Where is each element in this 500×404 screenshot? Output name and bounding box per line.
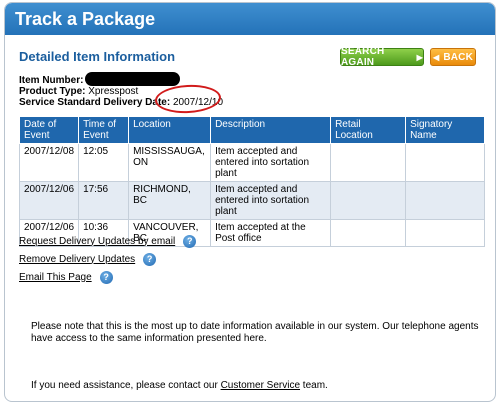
tracking-panel: Track a Package Detailed Item Informatio… bbox=[4, 2, 496, 402]
redacted-item-number bbox=[85, 72, 181, 86]
product-type-value: Xpresspost bbox=[88, 86, 139, 97]
help-icon[interactable]: ? bbox=[143, 252, 157, 266]
assistance-text: If you need assistance, please contact o… bbox=[31, 380, 328, 391]
remove-updates-row: Remove Delivery Updates ? bbox=[19, 252, 196, 266]
cell-location: MISSISSAUGA, ON bbox=[128, 143, 212, 182]
request-delivery-updates-link[interactable]: Request Delivery Updates by email bbox=[19, 236, 175, 247]
title-bar: Track a Package bbox=[5, 3, 495, 35]
assist-suffix: team. bbox=[300, 380, 328, 391]
customer-service-link[interactable]: Customer Service bbox=[221, 380, 300, 391]
product-type-label: Product Type: bbox=[19, 86, 86, 97]
email-this-page-link[interactable]: Email This Page bbox=[19, 272, 92, 283]
header-signatory-name: Signatory Name bbox=[405, 116, 485, 144]
page-title: Track a Package bbox=[15, 8, 156, 29]
play-arrow-icon: ▶ bbox=[416, 52, 423, 62]
cell-signatory bbox=[405, 219, 485, 247]
cell-time: 12:05 bbox=[78, 143, 130, 182]
assist-prefix: If you need assistance, please contact o… bbox=[31, 380, 221, 391]
help-icon[interactable]: ? bbox=[99, 270, 113, 284]
cell-signatory bbox=[405, 181, 485, 220]
header-date: Date of Event bbox=[18, 116, 80, 144]
help-icon[interactable]: ? bbox=[183, 234, 197, 248]
search-again-label: SEARCH AGAIN bbox=[341, 46, 385, 68]
cell-retail-location bbox=[330, 219, 407, 247]
info-note: Please note that this is the most up to … bbox=[31, 321, 479, 344]
cell-description: Item accepted and entered into sortation… bbox=[210, 181, 332, 220]
table-header-row: Date of Event Time of Event Location Des… bbox=[18, 116, 485, 144]
cell-retail-location bbox=[330, 143, 407, 182]
table-row: 2007/12/06 17:56 RICHMOND, BC Item accep… bbox=[18, 181, 485, 220]
remove-delivery-updates-link[interactable]: Remove Delivery Updates bbox=[19, 254, 135, 265]
back-label: BACK bbox=[443, 51, 474, 63]
header-retail-location: Retail Location bbox=[330, 116, 407, 144]
cell-time: 17:56 bbox=[78, 181, 130, 220]
cell-retail-location bbox=[330, 181, 407, 220]
cell-date: 2007/12/06 bbox=[18, 181, 80, 220]
cell-date: 2007/12/08 bbox=[18, 143, 80, 182]
request-updates-row: Request Delivery Updates by email ? bbox=[19, 234, 197, 248]
tracking-table: Date of Event Time of Event Location Des… bbox=[18, 116, 485, 247]
section-title: Detailed Item Information bbox=[19, 49, 176, 64]
item-number-label: Item Number: bbox=[19, 75, 84, 86]
cell-description: Item accepted at the Post office bbox=[210, 219, 332, 247]
cell-location: RICHMOND, BC bbox=[128, 181, 212, 220]
back-button[interactable]: ◀ BACK bbox=[430, 48, 476, 66]
header-time: Time of Event bbox=[78, 116, 130, 144]
email-page-row: Email This Page ? bbox=[19, 270, 196, 284]
cell-signatory bbox=[405, 143, 485, 182]
header-description: Description bbox=[210, 116, 332, 144]
header-location: Location bbox=[128, 116, 212, 144]
table-row: 2007/12/08 12:05 MISSISSAUGA, ON Item ac… bbox=[18, 143, 485, 182]
action-links: Request Delivery Updates by email ? Remo… bbox=[19, 234, 197, 289]
cell-description: Item accepted and entered into sortation… bbox=[210, 143, 332, 182]
delivery-date-label: Service Standard Delivery Date: bbox=[19, 97, 171, 108]
back-arrow-icon: ◀ bbox=[432, 52, 440, 62]
search-again-button[interactable]: SEARCH AGAIN ▶ bbox=[340, 46, 424, 68]
